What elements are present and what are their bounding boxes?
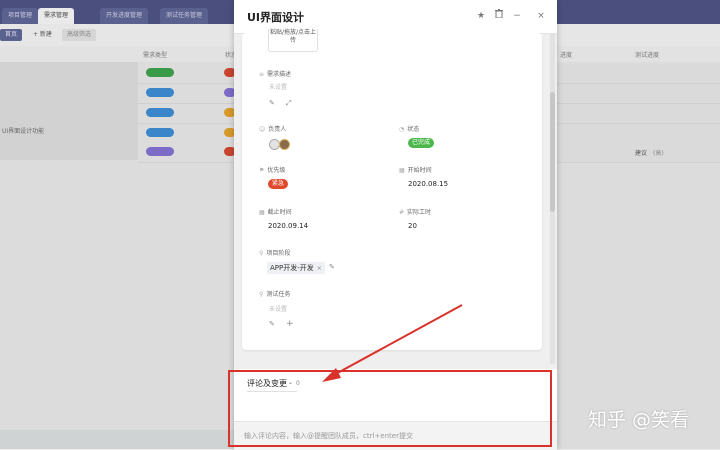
watermark: 知乎 @笑看 — [588, 409, 690, 431]
highlight-box — [228, 370, 552, 447]
